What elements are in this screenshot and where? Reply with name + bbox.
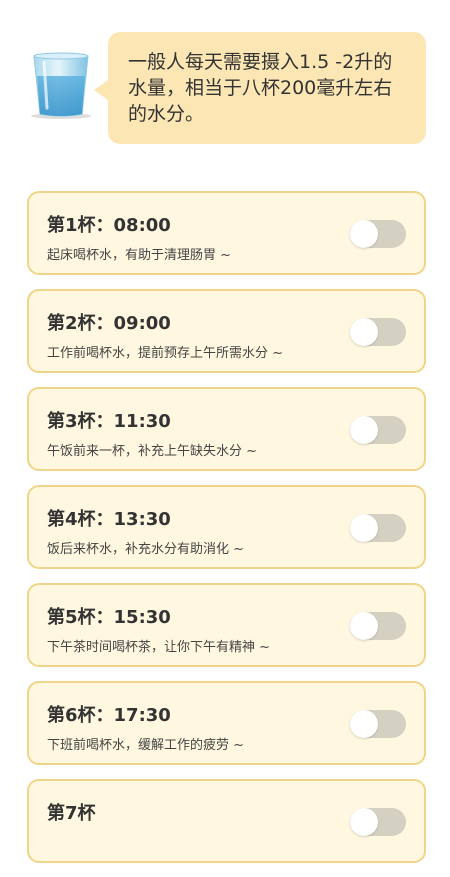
reminder-toggle[interactable] (350, 416, 406, 444)
intro-text: 一般人每天需要摄入1.5 -2升的水量，相当于八杯200毫升左右的水分。 (128, 51, 393, 125)
cup-description: 饭后来杯水，补充水分有助消化 ~ (47, 542, 245, 557)
cup-title: 第6杯：17:30 (47, 705, 171, 726)
reminder-toggle[interactable] (350, 710, 406, 738)
cup-reminder-card: 第3杯：11:30 午饭前来一杯，补充上午缺失水分 ~ (27, 387, 426, 471)
toggle-knob (350, 220, 378, 248)
water-glass-icon (31, 52, 91, 119)
toggle-knob (350, 416, 378, 444)
cup-title: 第5杯：15:30 (47, 607, 171, 628)
cup-title: 第7杯 (47, 803, 96, 824)
cup-description: 下午茶时间喝杯茶，让你下午有精神 ~ (47, 640, 271, 655)
toggle-knob (350, 318, 378, 346)
cup-title: 第2杯：09:00 (47, 313, 171, 334)
reminder-toggle[interactable] (350, 318, 406, 346)
toggle-knob (350, 710, 378, 738)
cup-description: 工作前喝杯水，提前预存上午所需水分 ~ (47, 346, 284, 361)
cup-reminder-card: 第1杯：08:00 起床喝杯水，有助于清理肠胃 ~ (27, 191, 426, 275)
reminder-toggle[interactable] (350, 220, 406, 248)
cup-reminder-card: 第4杯：13:30 饭后来杯水，补充水分有助消化 ~ (27, 485, 426, 569)
cup-title: 第4杯：13:30 (47, 509, 171, 530)
reminder-toggle[interactable] (350, 808, 406, 836)
cup-reminder-card: 第2杯：09:00 工作前喝杯水，提前预存上午所需水分 ~ (27, 289, 426, 373)
cup-reminder-card: 第6杯：17:30 下班前喝杯水，缓解工作的疲劳 ~ (27, 681, 426, 765)
cup-schedule-list: 第1杯：08:00 起床喝杯水，有助于清理肠胃 ~ 第2杯：09:00 工作前喝杯水，… (27, 191, 426, 877)
toggle-knob (350, 612, 378, 640)
cup-title: 第1杯：08:00 (47, 215, 171, 236)
intro-bubble: 一般人每天需要摄入1.5 -2升的水量，相当于八杯200毫升左右的水分。 (94, 32, 426, 144)
cup-description: 午饭前来一杯，补充上午缺失水分 ~ (47, 444, 258, 459)
header: 一般人每天需要摄入1.5 -2升的水量，相当于八杯200毫升左右的水分。 (0, 0, 450, 170)
cup-description: 下班前喝杯水，缓解工作的疲劳 ~ (47, 738, 245, 753)
toggle-knob (350, 808, 378, 836)
reminder-toggle[interactable] (350, 514, 406, 542)
cup-description: 起床喝杯水，有助于清理肠胃 ~ (47, 248, 232, 263)
cup-title: 第3杯：11:30 (47, 411, 171, 432)
reminder-toggle[interactable] (350, 612, 406, 640)
cup-reminder-card: 第5杯：15:30 下午茶时间喝杯茶，让你下午有精神 ~ (27, 583, 426, 667)
cup-reminder-card: 第7杯 (27, 779, 426, 863)
toggle-knob (350, 514, 378, 542)
